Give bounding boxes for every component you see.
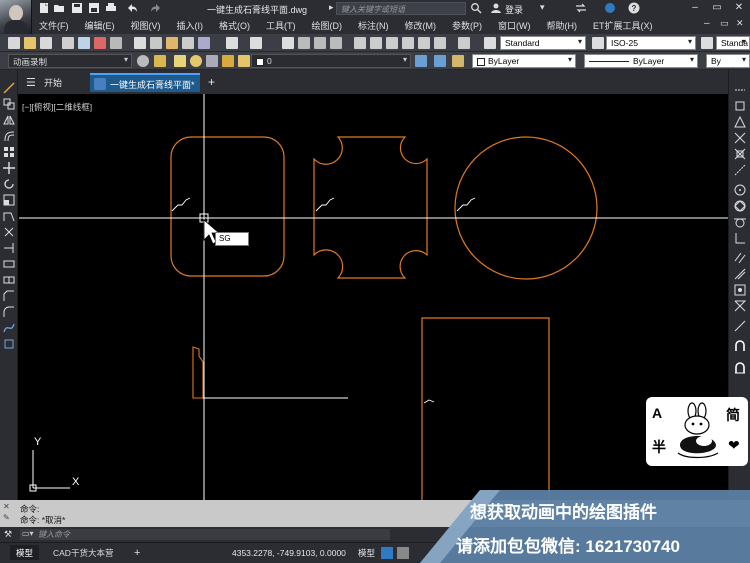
- layout-tab-cad[interactable]: CAD干货大本营: [47, 545, 119, 560]
- section-mark-4: [423, 399, 435, 404]
- profile-shape[interactable]: [192, 346, 204, 399]
- model-space-button[interactable]: 模型: [358, 547, 375, 559]
- command-input[interactable]: ▭▾ 键入命令: [20, 529, 390, 540]
- layout-tab-model[interactable]: 模型: [10, 545, 40, 560]
- snap-toggle-icon[interactable]: [397, 547, 409, 559]
- promo-line-1: 想获取动画中的绘图插件: [470, 503, 657, 522]
- ucs-y-label: Y: [34, 436, 42, 448]
- command-prompt-icon: ▭▾: [22, 529, 34, 538]
- dynamic-input-box[interactable]: SG: [215, 232, 249, 246]
- tall-rect-shape[interactable]: [421, 317, 550, 500]
- sticker-char-a: A: [652, 405, 663, 421]
- layout-add-button[interactable]: +: [128, 545, 146, 560]
- rounded-rect-shape[interactable]: [170, 136, 285, 277]
- circle-shape[interactable]: [454, 136, 598, 280]
- sticker-char-jian: 简: [726, 407, 740, 423]
- ucs-icon: [32, 450, 70, 489]
- ucs-x-label: X: [72, 476, 80, 488]
- command-close-icon[interactable]: ✕: [3, 502, 10, 511]
- command-wrench-icon[interactable]: ⚒: [4, 529, 12, 540]
- sticker-char-ban: 半: [652, 439, 666, 455]
- grid-toggle-icon[interactable]: [381, 547, 393, 559]
- drawing-geometry: [19, 94, 728, 500]
- command-input-placeholder: 键入命令: [38, 530, 70, 539]
- notched-rect-shape[interactable]: [313, 136, 428, 279]
- cursor-coordinates: 4353.2278, -749.9103, 0.0000: [232, 548, 346, 558]
- command-settings-icon[interactable]: ✎: [3, 513, 10, 522]
- section-mark-1: [171, 197, 191, 212]
- section-mark-2: [315, 197, 335, 212]
- sticker-heart: ❤: [728, 437, 740, 453]
- command-history-line-2: 命令: *取消*: [20, 515, 66, 525]
- section-mark-3: [456, 197, 476, 212]
- promo-line-2: 请添加包包微信: 1621730740: [456, 537, 680, 556]
- sticker-image: A 简 半 ❤: [646, 397, 748, 466]
- sticker-character-icon: [677, 402, 719, 459]
